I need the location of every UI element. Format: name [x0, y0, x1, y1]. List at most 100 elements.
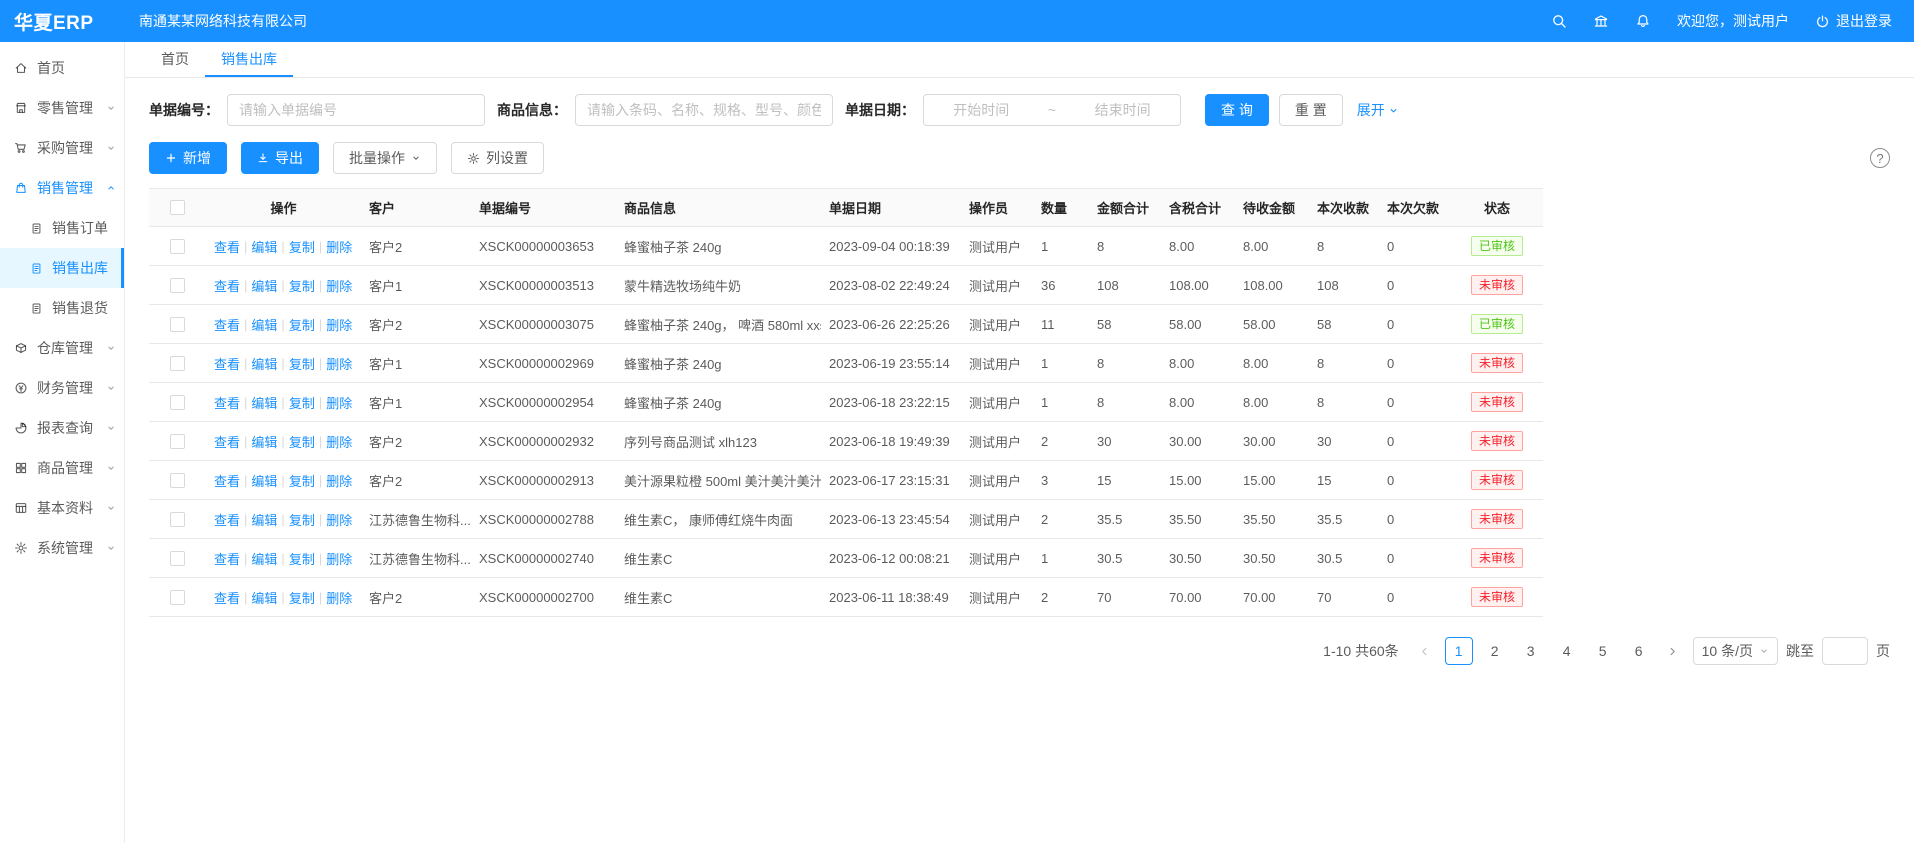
date-range-picker[interactable]: 开始时间 ~ 结束时间 [923, 94, 1181, 126]
copy-link[interactable]: 复制 [289, 315, 315, 334]
row-checkbox[interactable] [170, 512, 185, 527]
edit-link[interactable]: 编辑 [251, 315, 277, 334]
delete-link[interactable]: 删除 [326, 549, 352, 568]
row-checkbox[interactable] [170, 395, 185, 410]
search-button[interactable]: 查 询 [1205, 94, 1269, 126]
edit-link[interactable]: 编辑 [251, 276, 277, 295]
edit-link[interactable]: 编辑 [251, 549, 277, 568]
view-link[interactable]: 查看 [214, 588, 240, 607]
page-button-3[interactable]: 3 [1517, 637, 1545, 665]
row-checkbox[interactable] [170, 239, 185, 254]
edit-link[interactable]: 编辑 [251, 354, 277, 373]
delete-link[interactable]: 删除 [326, 354, 352, 373]
copy-link[interactable]: 复制 [289, 510, 315, 529]
tab-sales-outbound[interactable]: 销售出库 [205, 42, 293, 77]
sidebar-item-retail[interactable]: 零售管理 [0, 88, 124, 128]
help-icon[interactable]: ? [1870, 148, 1890, 168]
sidebar-item-goods[interactable]: 商品管理 [0, 448, 124, 488]
view-link[interactable]: 查看 [214, 276, 240, 295]
page-button-5[interactable]: 5 [1589, 637, 1617, 665]
bank-icon[interactable] [1593, 13, 1609, 29]
delete-link[interactable]: 删除 [326, 237, 352, 256]
table-row[interactable]: 查看|编辑|复制|删除 江苏德鲁生物科... XSCK00000002788 维… [149, 500, 1543, 539]
search-icon[interactable] [1551, 13, 1567, 29]
export-button[interactable]: 导出 [241, 142, 319, 174]
edit-link[interactable]: 编辑 [251, 588, 277, 607]
sidebar-item-basic-data[interactable]: 基本资料 [0, 488, 124, 528]
page-button-6[interactable]: 6 [1625, 637, 1653, 665]
row-checkbox[interactable] [170, 356, 185, 371]
table-row[interactable]: 查看|编辑|复制|删除 客户2 XSCK00000002913 美汁源果粒橙 5… [149, 461, 1543, 500]
delete-link[interactable]: 删除 [326, 276, 352, 295]
page-button-2[interactable]: 2 [1481, 637, 1509, 665]
table-row[interactable]: 查看|编辑|复制|删除 客户2 XSCK00000002932 序列号商品测试 … [149, 422, 1543, 461]
edit-link[interactable]: 编辑 [251, 432, 277, 451]
page-button-1[interactable]: 1 [1445, 637, 1473, 665]
sidebar-item-sales-outbound[interactable]: 销售出库 [0, 248, 124, 288]
copy-link[interactable]: 复制 [289, 237, 315, 256]
view-link[interactable]: 查看 [214, 432, 240, 451]
sidebar-item-report[interactable]: 报表查询 [0, 408, 124, 448]
row-checkbox[interactable] [170, 473, 185, 488]
copy-link[interactable]: 复制 [289, 354, 315, 373]
copy-link[interactable]: 复制 [289, 276, 315, 295]
tab-home[interactable]: 首页 [145, 42, 205, 77]
view-link[interactable]: 查看 [214, 549, 240, 568]
copy-link[interactable]: 复制 [289, 588, 315, 607]
sidebar-item-system[interactable]: 系统管理 [0, 528, 124, 568]
table-row[interactable]: 查看|编辑|复制|删除 客户1 XSCK00000003513 蒙牛精选牧场纯牛… [149, 266, 1543, 305]
edit-link[interactable]: 编辑 [251, 471, 277, 490]
edit-link[interactable]: 编辑 [251, 237, 277, 256]
view-link[interactable]: 查看 [214, 315, 240, 334]
row-checkbox[interactable] [170, 278, 185, 293]
sidebar-item-warehouse[interactable]: 仓库管理 [0, 328, 124, 368]
copy-link[interactable]: 复制 [289, 471, 315, 490]
edit-link[interactable]: 编辑 [251, 393, 277, 412]
material-input[interactable] [575, 94, 833, 126]
row-checkbox[interactable] [170, 551, 185, 566]
copy-link[interactable]: 复制 [289, 549, 315, 568]
edit-link[interactable]: 编辑 [251, 510, 277, 529]
delete-link[interactable]: 删除 [326, 510, 352, 529]
sidebar-item-finance[interactable]: 财务管理 [0, 368, 124, 408]
delete-link[interactable]: 删除 [326, 588, 352, 607]
table-row[interactable]: 查看|编辑|复制|删除 客户2 XSCK00000003653 蜂蜜柚子茶 24… [149, 227, 1543, 266]
delete-link[interactable]: 删除 [326, 432, 352, 451]
page-button-4[interactable]: 4 [1553, 637, 1581, 665]
sidebar-item-home[interactable]: 首页 [0, 48, 124, 88]
table-row[interactable]: 查看|编辑|复制|删除 客户2 XSCK00000002700 维生素C 202… [149, 578, 1543, 617]
delete-link[interactable]: 删除 [326, 471, 352, 490]
copy-link[interactable]: 复制 [289, 432, 315, 451]
view-link[interactable]: 查看 [214, 393, 240, 412]
batch-operations-button[interactable]: 批量操作 [333, 142, 437, 174]
table-row[interactable]: 查看|编辑|复制|删除 客户1 XSCK00000002969 蜂蜜柚子茶 24… [149, 344, 1543, 383]
bill-no-input[interactable] [227, 94, 485, 126]
page-size-select[interactable]: 10 条/页 [1693, 637, 1778, 665]
table-row[interactable]: 查看|编辑|复制|删除 客户2 XSCK00000003075 蜂蜜柚子茶 24… [149, 305, 1543, 344]
view-link[interactable]: 查看 [214, 471, 240, 490]
row-checkbox[interactable] [170, 434, 185, 449]
sidebar-item-purchase[interactable]: 采购管理 [0, 128, 124, 168]
jump-page-input[interactable] [1822, 637, 1868, 665]
next-page-button[interactable] [1661, 637, 1685, 665]
view-link[interactable]: 查看 [214, 237, 240, 256]
prev-page-button[interactable] [1413, 637, 1437, 665]
add-button[interactable]: 新增 [149, 142, 227, 174]
delete-link[interactable]: 删除 [326, 315, 352, 334]
logout-button[interactable]: 退出登录 [1815, 11, 1892, 31]
table-row[interactable]: 查看|编辑|复制|删除 江苏德鲁生物科... XSCK00000002740 维… [149, 539, 1543, 578]
sidebar-item-sales[interactable]: 销售管理 [0, 168, 124, 208]
bell-icon[interactable] [1635, 13, 1651, 29]
sidebar-item-sales-return[interactable]: 销售退货 [0, 288, 124, 328]
delete-link[interactable]: 删除 [326, 393, 352, 412]
select-all-checkbox[interactable] [170, 200, 185, 215]
copy-link[interactable]: 复制 [289, 393, 315, 412]
view-link[interactable]: 查看 [214, 510, 240, 529]
row-checkbox[interactable] [170, 317, 185, 332]
view-link[interactable]: 查看 [214, 354, 240, 373]
expand-link[interactable]: 展开 [1357, 100, 1399, 120]
sidebar-item-sales-order[interactable]: 销售订单 [0, 208, 124, 248]
reset-button[interactable]: 重 置 [1279, 94, 1343, 126]
table-row[interactable]: 查看|编辑|复制|删除 客户1 XSCK00000002954 蜂蜜柚子茶 24… [149, 383, 1543, 422]
column-settings-button[interactable]: 列设置 [451, 142, 544, 174]
